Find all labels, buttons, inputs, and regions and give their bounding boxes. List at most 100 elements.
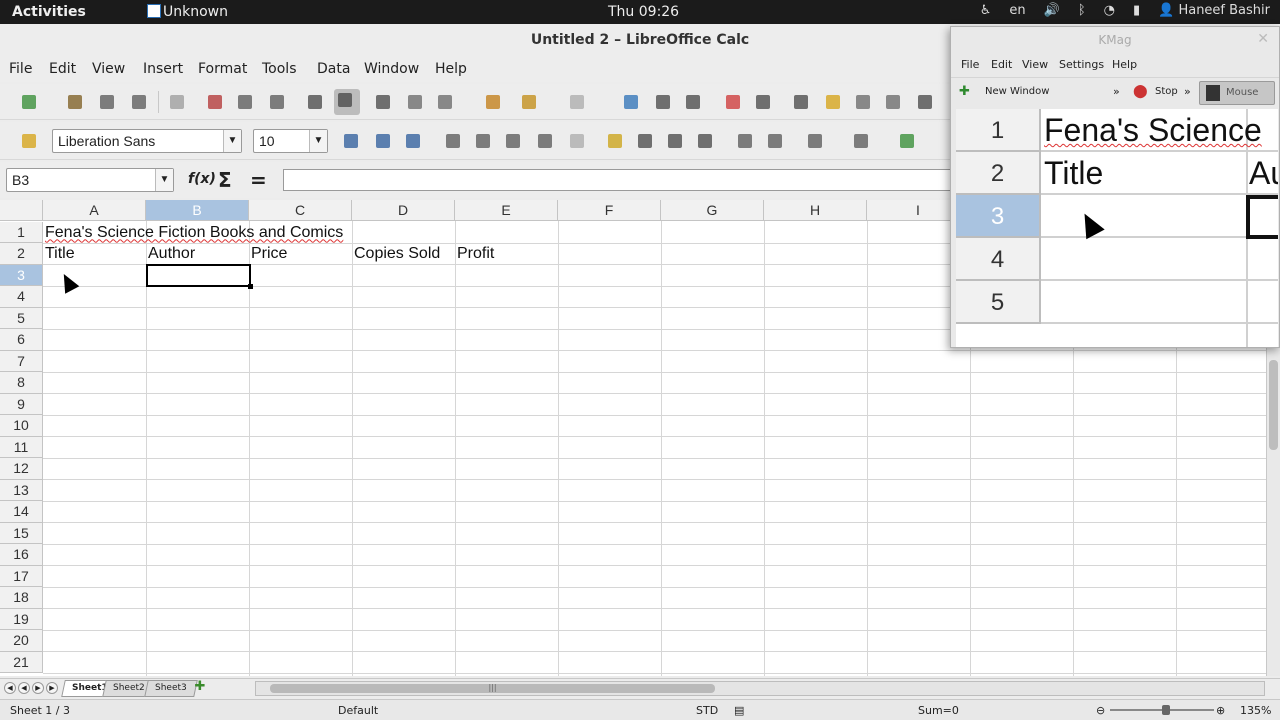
new-window-button[interactable]: New Window [985,86,1049,97]
toolbar-overflow-icon[interactable]: » [1113,85,1120,98]
print-preview-icon[interactable] [266,91,288,113]
volume-icon[interactable]: 🔊 [1044,3,1060,18]
column-header-f[interactable]: F [558,200,661,221]
next-sheet-icon[interactable]: ▶ [32,682,44,694]
menu-tools[interactable]: Tools [262,61,297,77]
zoom-slider[interactable] [1110,705,1214,715]
row-header-21[interactable]: 21 [0,651,43,673]
kmag-window[interactable]: KMag ✕ File Edit View Settings Help ✚ Ne… [950,26,1280,348]
font-name-combo[interactable]: Liberation Sans ▼ [52,129,242,153]
sum-indicator[interactable]: Sum=0 [918,704,959,717]
page-style[interactable]: Default [338,704,378,717]
chevron-down-icon[interactable]: ▼ [155,169,173,191]
percent-icon[interactable] [634,130,656,152]
language-indicator[interactable]: en [1009,3,1025,18]
battery-icon[interactable]: ▮ [1133,3,1140,18]
user-menu[interactable]: 👤 Haneef Bashir [1158,3,1270,18]
menu-file[interactable]: File [9,61,32,77]
selection-mode[interactable]: STD [696,704,718,717]
name-box[interactable]: B3 ▼ [6,168,174,192]
kmag-menu-file[interactable]: File [961,58,979,71]
borders-icon[interactable] [804,130,826,152]
zoom-icon[interactable] [914,91,936,113]
chevron-down-icon[interactable]: ▼ [309,130,327,152]
bluetooth-icon[interactable]: ᛒ [1078,3,1086,18]
paste-icon[interactable] [434,91,456,113]
menu-data[interactable]: Data [317,61,350,77]
column-header-b[interactable]: B [146,200,249,221]
add-sheet-icon[interactable]: ✚ [191,680,209,695]
save-icon[interactable] [96,91,118,113]
standard-format-icon[interactable] [664,130,686,152]
row-header-1[interactable]: 1 [0,221,43,243]
styles-formatting-icon[interactable] [18,130,40,152]
row-header-5[interactable]: 5 [0,307,43,329]
row-header-19[interactable]: 19 [0,608,43,630]
kmag-menu-edit[interactable]: Edit [991,58,1012,71]
open-icon[interactable] [64,91,86,113]
export-pdf-icon[interactable] [204,91,226,113]
column-header-e[interactable]: E [455,200,558,221]
justify-icon[interactable] [534,130,556,152]
wifi-icon[interactable]: ◔ [1104,3,1115,18]
spellcheck-icon[interactable] [304,91,326,113]
align-center-icon[interactable] [472,130,494,152]
sum-button[interactable]: Σ [218,168,232,192]
bold-icon[interactable] [340,130,362,152]
row-header-11[interactable]: 11 [0,436,43,458]
email-icon[interactable] [128,91,150,113]
row-header-20[interactable]: 20 [0,630,43,652]
menu-insert[interactable]: Insert [143,61,183,77]
find-replace-icon[interactable] [790,91,812,113]
mouse-mode-toggle[interactable]: Mouse [1199,81,1275,105]
activities-button[interactable]: Activities [12,3,86,21]
vertical-scroll-thumb[interactable] [1269,360,1278,450]
menu-edit[interactable]: Edit [49,61,76,77]
redo-icon[interactable] [566,91,588,113]
sort-ascending-icon[interactable] [652,91,674,113]
row-header-14[interactable]: 14 [0,501,43,523]
autospellcheck-icon[interactable] [334,89,360,115]
chevron-down-icon[interactable]: ▼ [223,130,241,152]
clock[interactable]: Thu 09:26 [608,3,679,21]
cell-a2[interactable]: Title [43,243,75,264]
row-header-3[interactable]: 3 [0,264,43,286]
previous-sheet-icon[interactable]: ◀ [18,682,30,694]
gallery-icon[interactable] [852,91,874,113]
row-header-16[interactable]: 16 [0,544,43,566]
draw-functions-icon[interactable] [752,91,774,113]
row-header-6[interactable]: 6 [0,329,43,351]
column-header-a[interactable]: A [43,200,146,221]
cut-icon[interactable] [372,91,394,113]
row-header-8[interactable]: 8 [0,372,43,394]
zoom-in-icon[interactable]: ⊕ [1216,704,1225,717]
add-decimal-icon[interactable] [694,130,716,152]
cell-a1[interactable]: Fena's Science Fiction Books and Comics [43,222,343,243]
underline-icon[interactable] [402,130,424,152]
select-all-corner[interactable] [0,200,43,221]
column-header-d[interactable]: D [352,200,455,221]
menu-format[interactable]: Format [198,61,247,77]
copy-icon[interactable] [404,91,426,113]
font-size-combo[interactable]: 10 ▼ [253,129,328,153]
print-icon[interactable] [234,91,256,113]
column-header-c[interactable]: C [249,200,352,221]
merge-cells-icon[interactable] [566,130,588,152]
row-header-13[interactable]: 13 [0,479,43,501]
row-header-4[interactable]: 4 [0,286,43,308]
function-wizard-button[interactable]: f(x) [188,171,216,187]
app-menu[interactable]: Unknown [147,3,228,21]
formula-button[interactable]: = [250,168,267,192]
close-icon[interactable]: ✕ [1257,31,1269,47]
active-cell-cursor[interactable] [146,264,253,289]
row-header-12[interactable]: 12 [0,458,43,480]
menu-window[interactable]: Window [364,61,419,77]
new-document-icon[interactable] [18,91,40,113]
horizontal-scroll-thumb[interactable]: ||| [270,684,715,693]
row-header-7[interactable]: 7 [0,350,43,372]
increase-indent-icon[interactable] [764,130,786,152]
background-color-icon[interactable] [896,130,918,152]
kmag-menu-settings[interactable]: Settings [1059,58,1104,71]
kmag-menu-view[interactable]: View [1022,58,1048,71]
navigator-icon[interactable] [822,91,844,113]
